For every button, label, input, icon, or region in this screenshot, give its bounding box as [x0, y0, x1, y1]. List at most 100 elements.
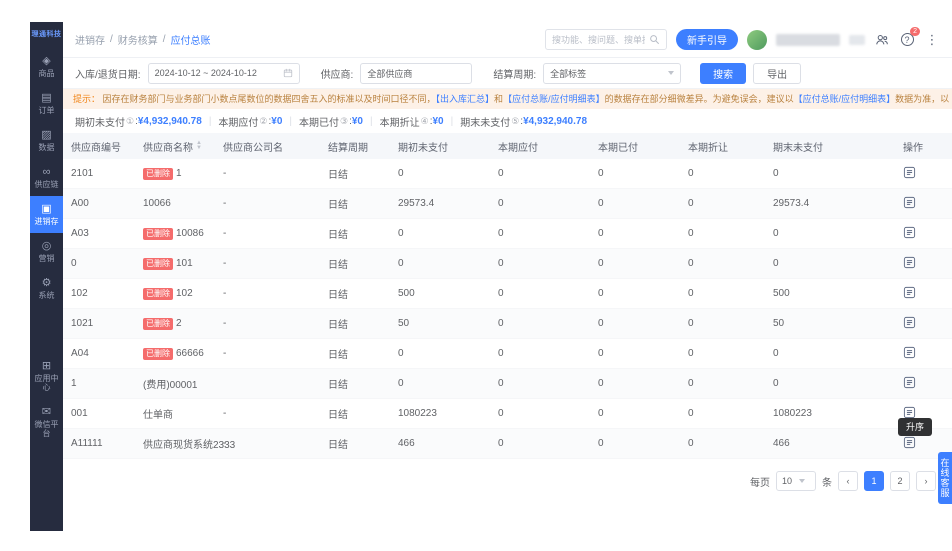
amount-cell-discount: 0	[688, 258, 694, 269]
orders-icon: ▤	[41, 92, 52, 104]
deleted-badge: 已删除	[143, 317, 173, 330]
sidebar-item-app-center[interactable]: ⊞ 应用中心	[30, 353, 63, 399]
more-menu-icon[interactable]: ⋮	[924, 32, 940, 48]
page-button-2[interactable]: 2	[890, 471, 910, 491]
beginner-guide-button[interactable]: 新手引导	[676, 29, 738, 50]
supplier-name-cell: 已删除 66666	[135, 347, 215, 360]
sidebar-item-label: 供应链	[34, 180, 59, 189]
date-filter-label: 入库/退货日期:	[75, 69, 141, 81]
operation-cell	[895, 286, 952, 302]
system-icon: ⚙	[41, 277, 52, 289]
detail-icon[interactable]	[903, 406, 916, 419]
breadcrumb: 进销存 / 财务核算 / 应付总账	[75, 32, 211, 47]
supplier-name-text: 2	[176, 318, 182, 329]
detail-icon[interactable]	[903, 316, 916, 329]
cycle-filter-select[interactable]: 全部标签	[543, 62, 682, 84]
supplier-name-cell: 已删除 1	[135, 167, 215, 180]
amount-cell-discount: 0	[688, 198, 694, 209]
detail-icon[interactable]	[903, 436, 916, 449]
detail-icon[interactable]	[903, 376, 916, 389]
cycle-cell: 日结	[328, 170, 348, 181]
supplier-name-text: 10066	[143, 198, 171, 209]
operation-cell	[895, 346, 952, 362]
breadcrumb-item[interactable]: 财务核算	[118, 32, 158, 47]
detail-icon[interactable]	[903, 256, 916, 269]
sidebar-item-supply-chain[interactable]: ∞ 供应链	[30, 159, 63, 196]
supplier-filter-input[interactable]: 全部供应商	[360, 62, 473, 84]
notice-link[interactable]: 【出入库汇总】	[436, 94, 495, 104]
amount-cell-end: 0	[773, 168, 779, 179]
column-header-label: 结算周期	[328, 142, 368, 154]
notice-text: 提示： 因存在财务部门与业务部门小数点尾数位的数据四舍五入的标准以及时间口径不同…	[73, 94, 952, 104]
detail-icon[interactable]	[903, 166, 916, 179]
column-header-label: 供应商编号	[71, 142, 121, 154]
sidebar-item-wechat[interactable]: ✉ 微信平台	[30, 399, 63, 445]
global-search-input[interactable]	[552, 34, 645, 45]
amount-cell-paid: 0	[598, 288, 604, 299]
amount-cell-discount: 0	[688, 408, 694, 419]
user-avatar[interactable]	[747, 29, 767, 50]
sidebar-item-goods[interactable]: ◈ 商品	[30, 48, 63, 85]
page-button-1[interactable]: 1	[864, 471, 884, 491]
search-icon[interactable]	[649, 34, 660, 45]
column-header-supplier-name[interactable]: 供应商名称 ▲ ▼	[135, 139, 215, 154]
table-header: 供应商编号 供应商名称 ▲ ▼ 供应商公司名 结算周期 期初未支付 本期应付 本期已付 本期折让 期…	[63, 133, 952, 159]
table-row: 0 已删除 101- 日结 0 0 0 0 0	[63, 249, 952, 279]
app-window: 理通科技 ◈ 商品 ▤ 订单 ▨ 数据 ∞ 供应链 ▣ 进销存 ◎ 营销 ⚙ 系统 ⊞ 应用中心 ✉ 微信平台 进…	[30, 22, 952, 531]
deleted-badge: 已删除	[143, 347, 173, 360]
notice-link[interactable]: 【应付总账/应付明细表】	[503, 94, 605, 104]
detail-icon[interactable]	[903, 286, 916, 299]
summary-item: 本期已付 ③: ¥0	[299, 115, 363, 129]
date-range-picker[interactable]: 2024-10-12 ~ 2024-10-12	[147, 62, 300, 84]
detail-icon[interactable]	[903, 226, 916, 239]
summary-value: ¥0	[432, 115, 444, 127]
table-row: A03 已删除 10086- 日结 0 0 0 0 0	[63, 219, 952, 249]
customer-service-tab[interactable]: 在线客服	[938, 452, 952, 504]
prev-page-button[interactable]: ‹	[838, 471, 858, 491]
amount-cell-discount: 0	[688, 228, 694, 239]
notice-bar: 提示： 因存在财务部门与业务部门小数点尾数位的数据四舍五入的标准以及时间口径不同…	[63, 89, 952, 109]
notice-link[interactable]: 【应付总账/应付明细表】	[794, 94, 896, 104]
amount-cell-payable: 0	[498, 288, 504, 299]
cycle-cell: 日结	[328, 410, 348, 421]
cycle-filter-label: 结算周期:	[493, 69, 537, 81]
sidebar-item-inventory[interactable]: ▣ 进销存	[30, 196, 63, 233]
supplier-no-cell: A00	[71, 198, 89, 209]
supplier-no-cell: 1021	[71, 318, 94, 329]
table-row: 1 (费用)00001 日结 0 0 0 0 0	[63, 369, 952, 399]
amount-cell-payable: 0	[498, 198, 504, 209]
sidebar-item-orders[interactable]: ▤ 订单	[30, 85, 63, 122]
company-cell: -	[223, 228, 227, 239]
column-header-label: 本期应付	[498, 142, 538, 154]
search-button[interactable]: 搜索	[700, 62, 747, 84]
column-header-label: 供应商名称	[143, 142, 193, 154]
chevron-down-icon	[668, 71, 675, 75]
summary-label: 本期折让	[379, 117, 420, 129]
table-row: 001 仕单商 - 日结 1080223 0 0 0 1080223	[63, 399, 952, 429]
next-page-button[interactable]: ›	[916, 471, 936, 491]
contacts-icon[interactable]	[874, 32, 890, 48]
amount-cell-end: 0	[773, 228, 779, 239]
summary-value: ¥4,932,940.78	[137, 115, 202, 127]
detail-icon[interactable]	[903, 346, 916, 359]
sidebar-item-data[interactable]: ▨ 数据	[30, 122, 63, 159]
column-header-cycle: 结算周期	[320, 139, 390, 154]
chevron-down-icon	[799, 479, 806, 483]
sidebar-item-system[interactable]: ⚙ 系统	[30, 270, 63, 307]
calendar-icon	[283, 68, 293, 78]
supplier-name-cell: 10066	[135, 198, 215, 209]
sort-icon[interactable]: ▲ ▼	[196, 140, 202, 151]
sidebar-item-label: 订单	[38, 106, 55, 115]
page-size-select[interactable]: 10	[776, 471, 816, 491]
column-header-period-discount: 本期折让	[680, 139, 765, 154]
amount-cell-discount: 0	[688, 318, 694, 329]
amount-cell-init: 50	[398, 318, 410, 329]
company-cell: -	[223, 348, 227, 359]
breadcrumb-item[interactable]: 进销存	[75, 32, 105, 47]
amount-cell-init: 0	[398, 168, 404, 179]
info-icon: ④	[420, 115, 429, 126]
export-button[interactable]: 导出	[753, 62, 802, 84]
sidebar-item-marketing[interactable]: ◎ 营销	[30, 233, 63, 270]
help-icon[interactable]: ? 2	[899, 26, 920, 48]
detail-icon[interactable]	[903, 196, 916, 209]
